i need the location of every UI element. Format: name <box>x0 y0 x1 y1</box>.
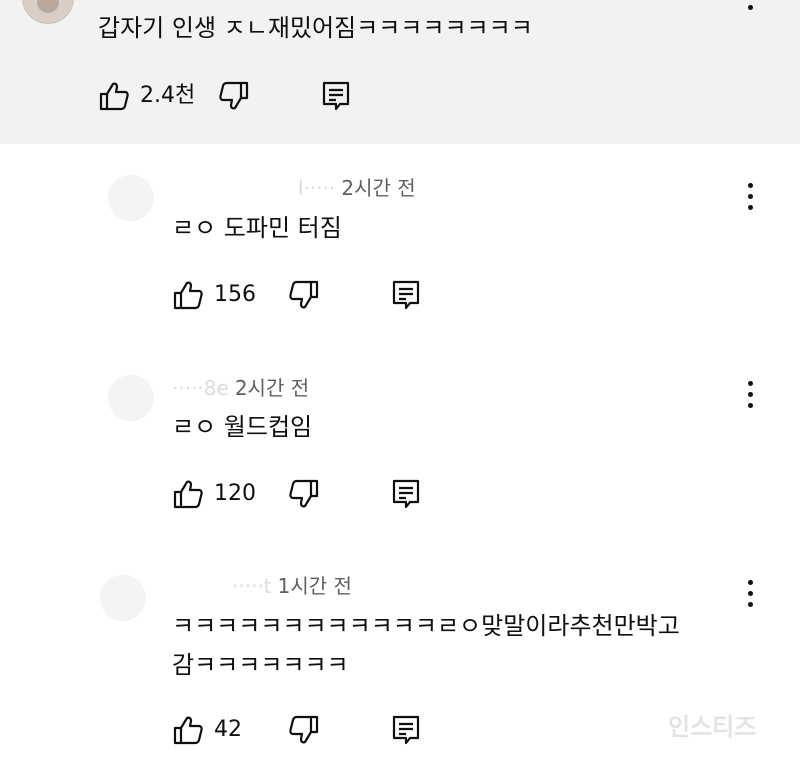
like-count: 2.4천 <box>140 83 196 108</box>
thumbs-up-icon[interactable] <box>172 478 204 510</box>
like-count: 120 <box>214 481 256 506</box>
avatar[interactable] <box>22 0 74 24</box>
thumbs-down-icon[interactable] <box>288 714 320 746</box>
thumbs-up-icon[interactable] <box>98 80 130 112</box>
timestamp: 2시간 전 <box>234 376 310 400</box>
more-vert-icon[interactable] <box>746 580 754 610</box>
thumbs-down-icon[interactable] <box>288 279 320 311</box>
more-vert-icon[interactable] <box>746 381 754 411</box>
comment-text: ㄹㅇ 월드컵임 <box>172 413 313 441</box>
more-vert-icon[interactable] <box>746 183 754 213</box>
comment-meta: ·····t 1시간 전 <box>232 570 352 599</box>
like-count: 42 <box>214 717 242 742</box>
comment-meta: l····· 2시간 전 <box>298 172 416 201</box>
comment-text-line: ㅋㅋㅋㅋㅋㅋㅋㅋㅋㅋㅋㅋㄹㅇ맞말이라추천만박고 <box>172 612 680 640</box>
thumbs-down-icon[interactable] <box>288 478 320 510</box>
avatar[interactable] <box>100 575 146 621</box>
like-count: 156 <box>214 282 256 307</box>
watermark: 인스티즈 <box>668 713 757 741</box>
avatar[interactable] <box>108 375 154 421</box>
timestamp: 1시간 전 <box>277 574 352 598</box>
reply-icon[interactable] <box>390 279 422 311</box>
author-name[interactable]: ·····t <box>232 574 272 598</box>
author-name[interactable]: l····· <box>298 176 335 200</box>
comment-text-line: 감ㅋㅋㅋㅋㅋㅋㅋ <box>172 651 349 679</box>
reply-icon[interactable] <box>390 714 422 746</box>
reply-icon[interactable] <box>320 80 352 112</box>
top-comment: 갑자기 인생 ㅈㄴ재밌어짐ㅋㅋㅋㅋㅋㅋㅋㅋ 2.4천 <box>0 0 800 144</box>
reply-icon[interactable] <box>390 478 422 510</box>
more-vert-icon[interactable] <box>746 0 754 24</box>
author-name[interactable]: ·····8e <box>172 376 229 400</box>
thumbs-down-icon[interactable] <box>218 80 250 112</box>
comment-meta: ·····8e 2시간 전 <box>172 372 309 401</box>
comment-text: ㄹㅇ 도파민 터짐 <box>172 214 342 242</box>
avatar[interactable] <box>108 175 154 221</box>
thumbs-up-icon[interactable] <box>172 714 204 746</box>
thumbs-up-icon[interactable] <box>172 279 204 311</box>
timestamp: 2시간 전 <box>341 176 416 200</box>
comment-text: 갑자기 인생 ㅈㄴ재밌어짐ㅋㅋㅋㅋㅋㅋㅋㅋ <box>98 14 533 42</box>
